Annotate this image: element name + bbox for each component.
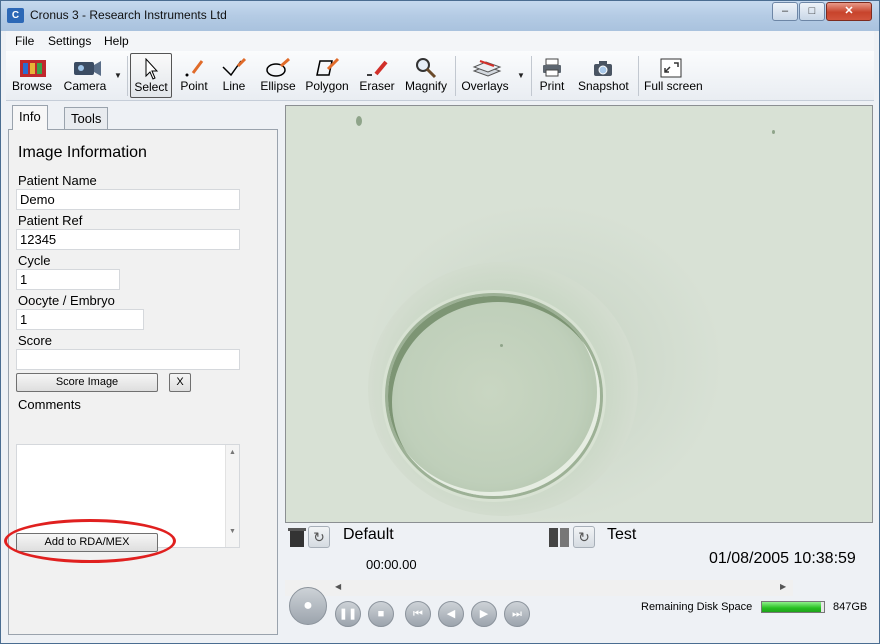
cycle-label: Cycle — [18, 253, 51, 268]
status-area: ↻ Default ↻ Test 00:00.00 01/08/2005 10:… — [285, 523, 873, 635]
add-to-rda-mex-button[interactable]: Add to RDA/MEX — [16, 533, 158, 552]
film-stack-icon — [19, 57, 46, 77]
fullscreen-icon — [658, 57, 684, 78]
overlays-button[interactable]: Overlays — [461, 53, 509, 98]
scroll-right-arrow-icon[interactable]: ▶ — [780, 582, 786, 591]
pencil-point-icon — [181, 57, 207, 77]
scroll-left-arrow-icon[interactable]: ◀ — [335, 582, 341, 591]
browse-button[interactable]: Browse — [12, 53, 52, 98]
magnify-tool-button[interactable]: Magnify — [404, 53, 448, 98]
patient-name-label: Patient Name — [18, 173, 97, 188]
ellipse-tool-button[interactable]: Ellipse — [257, 53, 299, 98]
menu-bar: File Settings Help — [6, 31, 874, 51]
debris-speck — [356, 116, 362, 126]
disk-space-bar — [761, 601, 825, 613]
app-window: C Cronus 3 - Research Instruments Ltd – … — [0, 0, 880, 644]
menu-file[interactable]: File — [15, 34, 34, 48]
menu-settings[interactable]: Settings — [48, 34, 91, 48]
app-icon: C — [7, 8, 24, 23]
window-title: Cronus 3 - Research Instruments Ltd — [30, 8, 227, 22]
pencil-line-icon — [221, 57, 247, 77]
camera-button[interactable]: Camera — [63, 53, 107, 98]
right-preset-label: Test — [607, 526, 637, 543]
comments-scrollbar[interactable]: ▲ ▼ — [225, 445, 239, 547]
cursor-icon — [138, 57, 164, 80]
menu-help[interactable]: Help — [104, 34, 129, 48]
close-button[interactable]: ✕ — [826, 2, 872, 21]
toolbar-separator — [455, 56, 456, 96]
timer-readout: 00:00.00 — [366, 557, 417, 572]
full-screen-button[interactable]: Full screen — [644, 53, 703, 98]
overlays-icon — [472, 57, 502, 77]
camera-dropdown-arrow[interactable]: ▼ — [114, 71, 122, 80]
step-forward-button[interactable]: ▶ — [471, 601, 497, 627]
tab-tools[interactable]: Tools — [64, 107, 109, 129]
line-tool-button[interactable]: Line — [216, 53, 252, 98]
disk-space-fill — [762, 602, 821, 612]
camera-icon — [72, 57, 101, 77]
disk-space-value: 847GB — [833, 601, 868, 613]
printer-icon — [539, 57, 565, 77]
score-field[interactable] — [16, 349, 240, 370]
toolbar-separator — [127, 56, 128, 96]
scroll-down-arrow-icon[interactable]: ▼ — [226, 528, 239, 535]
polygon-tool-button[interactable]: Polygon — [304, 53, 350, 98]
minimize-button[interactable]: – — [772, 2, 798, 21]
scroll-up-arrow-icon[interactable]: ▲ — [226, 449, 239, 456]
disk-space-label: Remaining Disk Space — [641, 601, 753, 613]
title-bar[interactable]: C Cronus 3 - Research Instruments Ltd – … — [1, 1, 879, 31]
refresh-left-icon[interactable]: ↻ — [308, 526, 330, 548]
oocyte-embryo-field[interactable]: 1 — [16, 309, 144, 330]
maximize-button[interactable]: □ — [799, 2, 825, 21]
patient-ref-label: Patient Ref — [18, 213, 83, 228]
date-time: 01/08/2005 10:38:59 — [709, 550, 856, 567]
record-button[interactable]: ● — [289, 587, 327, 625]
stop-button[interactable]: ■ — [368, 601, 394, 627]
panel-heading: Image Information — [18, 144, 147, 161]
pencil-ellipse-icon — [265, 57, 291, 77]
cycle-field[interactable]: 1 — [16, 269, 120, 290]
left-preset-label: Default — [343, 526, 394, 543]
debris-speck — [500, 344, 503, 347]
pause-button[interactable]: ❚❚ — [335, 601, 361, 627]
eraser-tool-button[interactable]: Eraser — [358, 53, 396, 98]
score-image-button[interactable]: Score Image — [16, 373, 158, 392]
point-tool-button[interactable]: Point — [176, 53, 212, 98]
toolbar-separator — [638, 56, 639, 96]
toolbar: Browse Camera ▼ Select Point Line Ellips… — [6, 51, 874, 101]
eraser-icon — [364, 57, 390, 77]
oocyte-embryo-label: Oocyte / Embryo — [18, 293, 115, 308]
tab-info[interactable]: Info — [12, 105, 48, 130]
clear-score-button[interactable]: X — [169, 373, 191, 392]
refresh-right-icon[interactable]: ↻ — [573, 526, 595, 548]
horizontal-scrollbar[interactable]: ◀ ▶ — [285, 580, 793, 596]
image-viewer[interactable] — [285, 105, 873, 523]
trash-icon[interactable] — [288, 526, 306, 548]
toolbar-separator — [531, 56, 532, 96]
snapshot-camera-icon — [590, 57, 616, 77]
step-back-button[interactable]: ◀ — [438, 601, 464, 627]
oocyte-image — [388, 296, 600, 496]
info-panel: Info Tools Image Information Patient Nam… — [4, 105, 278, 635]
magnifier-icon — [413, 57, 439, 79]
skip-back-button[interactable]: ⏮ — [405, 601, 431, 627]
overlays-dropdown-arrow[interactable]: ▼ — [517, 71, 525, 80]
patient-ref-field[interactable]: 12345 — [16, 229, 240, 250]
print-button[interactable]: Print — [537, 53, 567, 98]
patient-name-field[interactable]: Demo — [16, 189, 240, 210]
info-tab-body: Image Information Patient Name Demo Pati… — [8, 129, 278, 635]
select-tool-button[interactable]: Select — [130, 53, 172, 98]
score-label: Score — [18, 333, 52, 348]
pencil-polygon-icon — [314, 57, 340, 77]
film-clip-icon[interactable] — [548, 526, 572, 548]
debris-speck — [772, 130, 775, 134]
skip-forward-button[interactable]: ⏭ — [504, 601, 530, 627]
snapshot-button[interactable]: Snapshot — [578, 53, 629, 98]
comments-label: Comments — [18, 397, 81, 412]
